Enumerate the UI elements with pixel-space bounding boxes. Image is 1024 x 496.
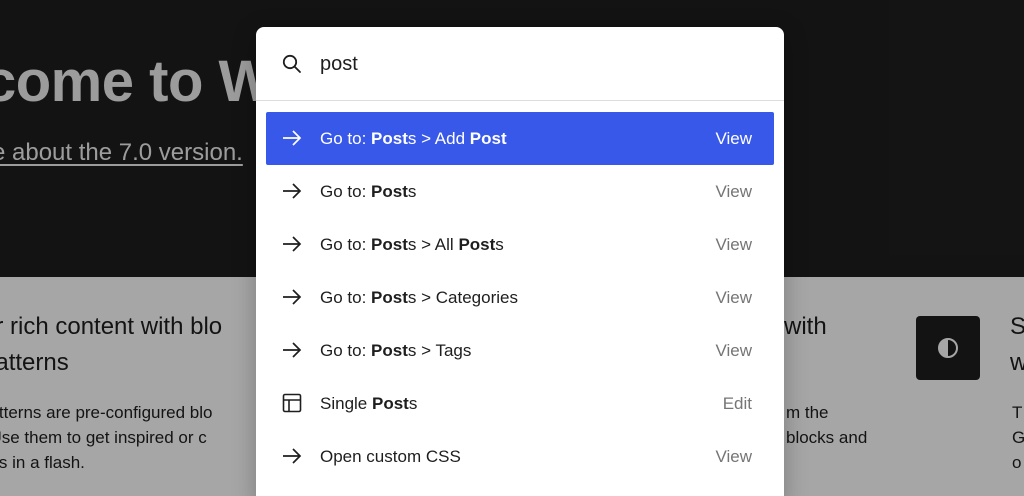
- result-item[interactable]: Single Posts Edit: [266, 377, 774, 430]
- arrow-right-icon: [280, 444, 304, 468]
- match-highlight: Post: [371, 394, 409, 413]
- result-item[interactable]: Go to: Posts View: [266, 165, 774, 218]
- result-item[interactable]: Go to: Posts > Add Post View: [266, 112, 774, 165]
- arrow-right-icon: [280, 285, 304, 309]
- match-highlight: Post: [371, 182, 408, 201]
- result-action: View: [715, 288, 752, 307]
- arrow-right-icon: [280, 232, 304, 256]
- label-text: s > Tags: [407, 341, 472, 360]
- label-text: s: [495, 235, 504, 254]
- label-text: s: [407, 182, 417, 201]
- result-action: View: [715, 341, 752, 360]
- search-icon: [282, 54, 301, 73]
- label-text: Go to:: [320, 288, 372, 307]
- result-label: Go to: Posts > Tags: [320, 340, 471, 361]
- search-input[interactable]: [320, 45, 760, 83]
- label-text: s > All: [407, 235, 459, 254]
- label-text: Go to:: [320, 235, 372, 254]
- result-label: Go to: Posts > Categories: [320, 287, 518, 308]
- result-action: Edit: [722, 394, 752, 413]
- match-highlight: Post: [371, 288, 408, 307]
- result-label: Single Posts: [320, 393, 417, 414]
- label-text: Single: [320, 394, 372, 413]
- result-label: Open custom CSS: [320, 446, 461, 467]
- result-label: Go to: Posts: [320, 181, 416, 202]
- label-text: s > Add: [407, 129, 470, 148]
- arrow-right-icon: [280, 338, 304, 362]
- match-highlight: Post: [371, 129, 408, 148]
- command-palette: Go to: Posts > Add PostViewGo to: PostsV…: [256, 27, 784, 496]
- result-item[interactable]: Open custom CSS View: [266, 430, 774, 483]
- match-highlight: Post: [371, 341, 408, 360]
- search-bar: [256, 27, 784, 101]
- label-text: s > Categories: [407, 288, 518, 307]
- result-item[interactable]: Go to: Posts > Tags View: [266, 324, 774, 377]
- results-list: Go to: Posts > Add Post View Go to: Posts V…: [266, 112, 774, 483]
- result-label: Go to: Posts > Add Post: [320, 128, 507, 149]
- match-highlight: Post: [458, 235, 496, 254]
- label-text: Go to:: [320, 182, 372, 201]
- label-text: Go to:: [320, 341, 372, 360]
- result-action: View: [715, 235, 752, 254]
- result-action: View: [715, 447, 752, 466]
- arrow-right-icon: [280, 179, 304, 203]
- layout-template-icon: [280, 391, 304, 415]
- label-text: Go to:: [320, 129, 372, 148]
- result-item[interactable]: Go to: Posts > Categories View: [266, 271, 774, 324]
- result-action: View: [715, 182, 752, 201]
- arrow-right-icon: [280, 126, 304, 150]
- match-highlight: Post: [469, 129, 507, 148]
- label-text: Open custom CSS: [320, 447, 461, 466]
- match-highlight: Post: [371, 235, 408, 254]
- label-text: s: [408, 394, 418, 413]
- result-item[interactable]: Go to: Posts > All Posts View: [266, 218, 774, 271]
- result-label: Go to: Posts > All Posts: [320, 234, 504, 255]
- result-action: View: [715, 129, 752, 148]
